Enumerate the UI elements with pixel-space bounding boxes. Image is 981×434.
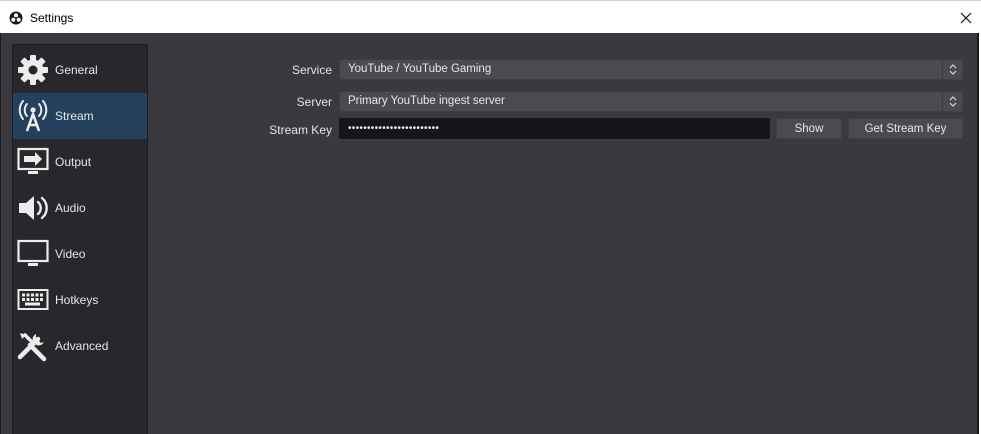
- title-bar: Settings: [0, 0, 981, 33]
- close-button[interactable]: [947, 1, 981, 34]
- keyboard-icon: [17, 289, 49, 310]
- show-key-button[interactable]: Show: [776, 118, 842, 139]
- speaker-icon: [19, 196, 48, 220]
- sidebar-item-video[interactable]: Video: [13, 231, 147, 277]
- output-monitor-icon: [17, 147, 49, 174]
- server-select-arrow[interactable]: [942, 92, 962, 111]
- broadcast-antenna-icon: [18, 100, 48, 132]
- obs-logo-icon: [9, 11, 23, 25]
- service-select-arrow[interactable]: [942, 60, 962, 79]
- server-value: Primary YouTube ingest server: [348, 95, 505, 107]
- server-label: Server: [296, 95, 332, 109]
- sidebar-item-advanced[interactable]: Advanced: [13, 323, 147, 369]
- settings-sidebar: General Stream Output Audio Video Hotkey…: [12, 44, 148, 434]
- sidebar-item-label: Audio: [55, 201, 86, 215]
- sidebar-item-label: Video: [55, 247, 86, 261]
- sidebar-item-general[interactable]: General: [13, 47, 147, 93]
- settings-window: General Stream Output Audio Video Hotkey…: [0, 33, 979, 434]
- sidebar-item-label: Hotkeys: [55, 293, 99, 307]
- stream-key-label: Stream Key: [269, 123, 332, 137]
- window-title: Settings: [30, 11, 74, 25]
- server-select[interactable]: Primary YouTube ingest server: [339, 91, 963, 112]
- gear-icon: [18, 55, 48, 85]
- service-label: Service: [291, 63, 332, 77]
- chevron-updown-icon: [949, 64, 956, 75]
- get-stream-key-button[interactable]: Get Stream Key: [848, 118, 963, 139]
- stream-key-input[interactable]: ••••••••••••••••••••••••: [339, 118, 770, 139]
- close-icon: [960, 12, 972, 23]
- tools-icon: [17, 333, 47, 362]
- stream-key-value: ••••••••••••••••••••••••: [348, 123, 440, 134]
- service-value: YouTube / YouTube Gaming: [348, 63, 492, 75]
- sidebar-item-label: Output: [55, 155, 92, 169]
- sidebar-item-label: Stream: [55, 109, 94, 123]
- sidebar-item-audio[interactable]: Audio: [13, 185, 147, 231]
- sidebar-item-label: Advanced: [55, 339, 109, 353]
- service-select[interactable]: YouTube / YouTube Gaming: [339, 59, 963, 80]
- sidebar-item-output[interactable]: Output: [13, 139, 147, 185]
- sidebar-item-label: General: [55, 63, 98, 77]
- sidebar-item-hotkeys[interactable]: Hotkeys: [13, 277, 147, 323]
- sidebar-item-stream[interactable]: Stream: [13, 93, 147, 139]
- monitor-icon: [17, 239, 49, 266]
- chevron-updown-icon: [949, 96, 956, 107]
